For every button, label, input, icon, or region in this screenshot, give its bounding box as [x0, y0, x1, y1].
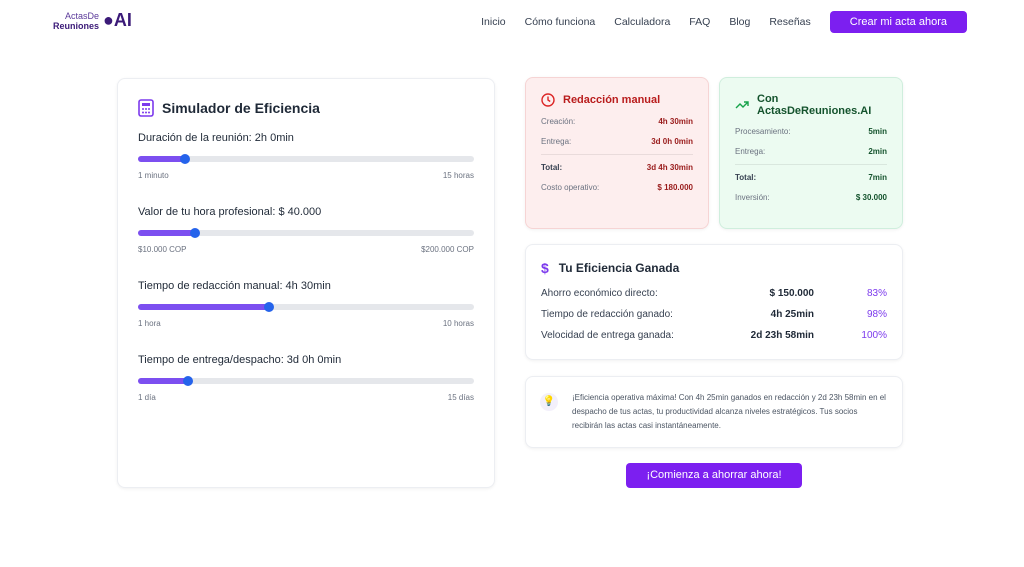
nav-inicio[interactable]: Inicio	[481, 16, 506, 28]
logo[interactable]: ActasDe Reuniones ●AI	[53, 10, 132, 31]
dollar-icon: $	[541, 260, 549, 276]
summary-row: Costo operativo: $ 180.000	[541, 183, 693, 192]
slider-handle[interactable]	[183, 376, 194, 386]
lightbulb-icon: 💡	[540, 393, 558, 411]
clock-icon	[541, 93, 555, 107]
summary-row: Creación: 4h 30min	[541, 117, 693, 126]
nav-calculadora[interactable]: Calculadora	[614, 16, 670, 28]
slider-fill	[138, 304, 270, 310]
efficiency-row: Velocidad de entrega ganada: 2d 23h 58min…	[541, 330, 887, 341]
slider-max: 15 horas	[442, 171, 474, 180]
slider-fill	[138, 156, 186, 162]
trending-up-icon	[735, 101, 749, 109]
slider-min: $10.000 COP	[138, 245, 187, 254]
slider-fill	[138, 230, 196, 236]
slider-min: 1 día	[138, 393, 156, 402]
nav-faq[interactable]: FAQ	[689, 16, 710, 28]
slider-block: Tiempo de entrega/despacho: 3d 0h 0min 1…	[138, 354, 474, 402]
top-nav: ActasDe Reuniones ●AI Inicio Cómo funcion…	[0, 0, 1024, 42]
summary-row: Total: 3d 4h 30min	[541, 163, 693, 172]
nav-blog[interactable]: Blog	[729, 16, 750, 28]
simulator-card: Simulador de Eficiencia Duración de la r…	[117, 78, 495, 488]
slider-track[interactable]	[138, 154, 474, 164]
tip-text: ¡Eficiencia operativa máxima! Con 4h 25m…	[572, 393, 886, 430]
efficiency-row: Ahorro económico directo: $ 150.000 83%	[541, 288, 887, 299]
slider-fill	[138, 378, 189, 384]
slider-track[interactable]	[138, 376, 474, 386]
divider	[541, 154, 693, 155]
simulator-title: Simulador de Eficiencia	[162, 100, 320, 116]
slider-label: Valor de tu hora profesional: $ 40.000	[138, 206, 322, 218]
efficiency-card: $ Tu Eficiencia Ganada Ahorro económico d…	[525, 244, 903, 360]
create-acta-button[interactable]: Crear mi acta ahora	[829, 11, 967, 33]
slider-max: 15 días	[447, 393, 474, 402]
summary-row: Entrega: 2min	[735, 147, 887, 156]
start-saving-button[interactable]: ¡Comienza a ahorrar ahora!	[626, 463, 802, 488]
nav-como-funciona[interactable]: Cómo funciona	[525, 16, 596, 28]
slider-label: Tiempo de redacción manual: 4h 30min	[138, 280, 331, 292]
logo-mark: ●AI	[103, 10, 132, 30]
slider-block: Valor de tu hora profesional: $ 40.000 $…	[138, 206, 474, 254]
slider-block: Duración de la reunión: 2h 0min 1 minuto…	[138, 132, 474, 180]
nav-resenas[interactable]: Reseñas	[769, 16, 810, 28]
slider-label: Duración de la reunión: 2h 0min	[138, 132, 294, 144]
calculator-icon	[138, 99, 154, 117]
slider-max: 10 horas	[442, 319, 474, 328]
slider-handle[interactable]	[190, 228, 201, 238]
slider-track[interactable]	[138, 228, 474, 238]
manual-card: Redacción manual Creación: 4h 30min Entreg…	[525, 77, 709, 229]
summary-row: Procesamiento: 5min	[735, 127, 887, 136]
slider-max: $200.000 COP	[421, 245, 474, 254]
efficiency-row: Tiempo de redacción ganado: 4h 25min 98%	[541, 309, 887, 320]
tip-card: 💡 ¡Eficiencia operativa máxima! Con 4h 2…	[525, 376, 903, 448]
slider-handle[interactable]	[180, 154, 191, 164]
divider	[735, 164, 887, 165]
summary-row: Inversión: $ 30.000	[735, 193, 887, 202]
slider-min: 1 hora	[138, 319, 161, 328]
slider-label: Tiempo de entrega/despacho: 3d 0h 0min	[138, 354, 342, 366]
slider-handle[interactable]	[264, 302, 275, 312]
slider-block: Tiempo de redacción manual: 4h 30min 1 h…	[138, 280, 474, 328]
slider-min: 1 minuto	[138, 171, 169, 180]
summary-row: Entrega: 3d 0h 0min	[541, 137, 693, 146]
ai-card: Con ActasDeReuniones.AI Procesamiento: 5mi…	[719, 77, 903, 229]
slider-track[interactable]	[138, 302, 474, 312]
summary-row: Total: 7min	[735, 173, 887, 182]
